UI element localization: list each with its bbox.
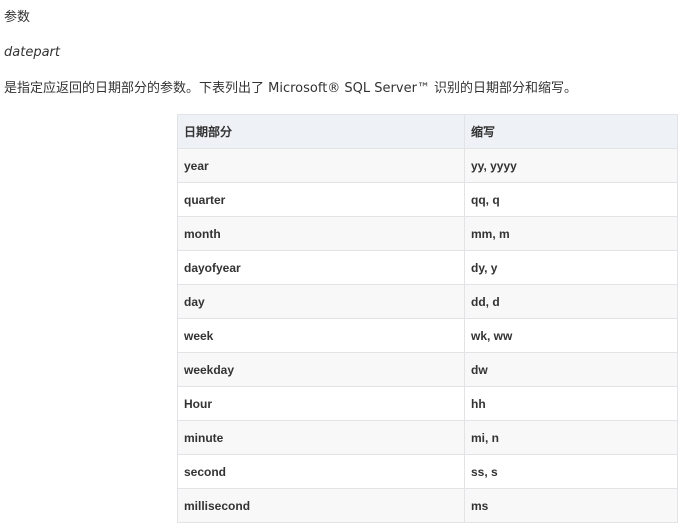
abbreviation-cell: mm, m [464,216,678,251]
table-row: millisecond ms [177,488,678,523]
table-row: week wk, ww [177,318,678,353]
table-row: month mm, m [177,216,678,251]
table-row: weekday dw [177,352,678,387]
abbreviation-cell: mi, n [464,420,678,455]
abbreviation-cell: ms [464,488,678,523]
table-row: minute mi, n [177,420,678,455]
datepart-cell: week [177,318,465,353]
parameter-name: datepart [4,45,60,60]
table-body: year yy, yyyy quarter qq, q month mm, m dayofy… [177,148,678,523]
table-header-row: 日期部分 缩写 [177,114,678,149]
table-row: quarter qq, q [177,182,678,217]
abbreviation-cell: wk, ww [464,318,678,353]
abbreviation-cell: yy, yyyy [464,148,678,183]
column-header-datepart: 日期部分 [177,114,465,149]
abbreviation-cell: dd, d [464,284,678,319]
datepart-cell: millisecond [177,488,465,523]
abbreviation-cell: dw [464,352,678,387]
column-header-abbreviation: 缩写 [464,114,678,149]
abbreviation-cell: ss, s [464,454,678,489]
table-row: day dd, d [177,284,678,319]
datepart-table: 日期部分 缩写 year yy, yyyy quarter qq, q month mm,… [177,114,678,523]
abbreviation-cell: dy, y [464,250,678,285]
abbreviation-cell: qq, q [464,182,678,217]
table-row: dayofyear dy, y [177,250,678,285]
datepart-cell: dayofyear [177,250,465,285]
datepart-cell: second [177,454,465,489]
datepart-cell: quarter [177,182,465,217]
datepart-cell: weekday [177,352,465,387]
section-heading: 参数 [4,10,31,25]
datepart-cell: month [177,216,465,251]
datepart-cell: minute [177,420,465,455]
table-row: Hour hh [177,386,678,421]
datepart-cell: Hour [177,386,465,421]
table-row: second ss, s [177,454,678,489]
parameter-description: 是指定应返回的日期部分的参数。下表列出了 Microsoft® SQL Serv… [4,81,578,96]
datepart-cell: day [177,284,465,319]
table-row: year yy, yyyy [177,148,678,183]
abbreviation-cell: hh [464,386,678,421]
datepart-cell: year [177,148,465,183]
